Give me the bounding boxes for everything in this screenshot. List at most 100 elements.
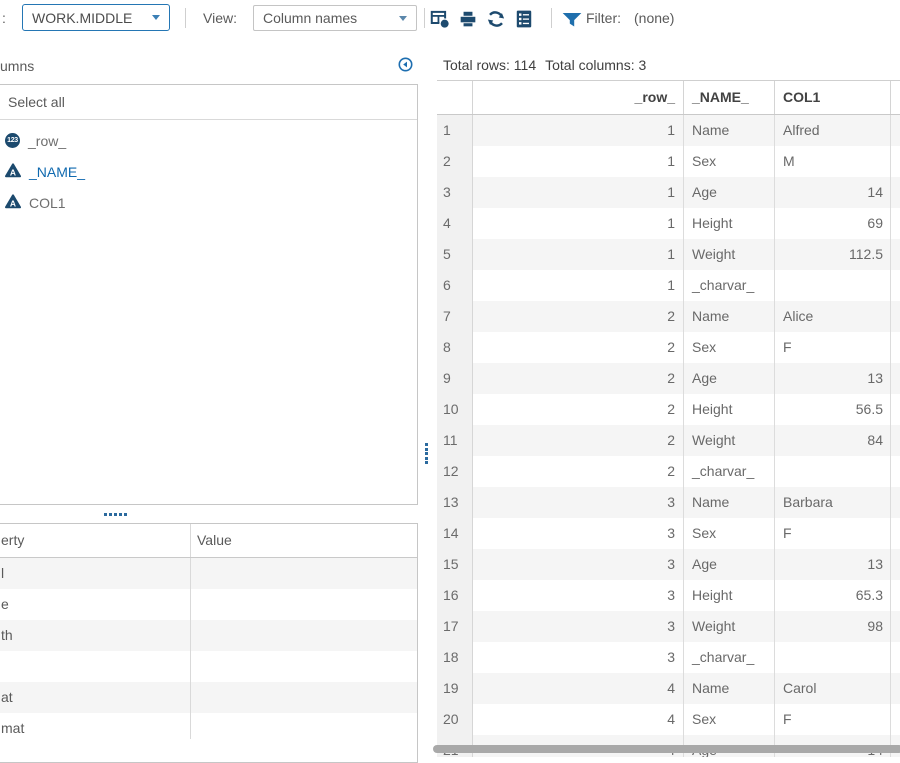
row-filler	[891, 332, 900, 363]
cell-col1[interactable]: 112.5	[775, 239, 891, 270]
column-item-name[interactable]: A_NAME_	[0, 156, 417, 187]
cell-row[interactable]: 2	[473, 425, 684, 456]
cell-col1[interactable]: Alice	[775, 301, 891, 332]
cell-name[interactable]: Age	[684, 549, 775, 580]
row-number-cell: 4	[437, 208, 473, 239]
cell-name[interactable]: Name	[684, 673, 775, 704]
table-row[interactable]: 153Age13	[437, 549, 900, 580]
cell-row[interactable]: 2	[473, 456, 684, 487]
cell-row[interactable]: 1	[473, 115, 684, 146]
cell-row[interactable]: 3	[473, 487, 684, 518]
cell-col1[interactable]: 56.5	[775, 394, 891, 425]
cell-name[interactable]: Name	[684, 487, 775, 518]
cell-name[interactable]: Weight	[684, 425, 775, 456]
table-row[interactable]: 72NameAlice	[437, 301, 900, 332]
cell-row[interactable]: 1	[473, 270, 684, 301]
table-row[interactable]: 163Height65.3	[437, 580, 900, 611]
cell-name[interactable]: Sex	[684, 518, 775, 549]
column-header-row[interactable]: _row_	[473, 81, 684, 114]
horizontal-scrollbar-thumb[interactable]	[433, 745, 900, 753]
cell-name[interactable]: Weight	[684, 239, 775, 270]
column-item-row[interactable]: 123_row_	[0, 125, 417, 156]
refresh-icon[interactable]	[486, 9, 506, 29]
cell-row[interactable]: 3	[473, 580, 684, 611]
cell-col1[interactable]: F	[775, 332, 891, 363]
table-row[interactable]: 51Weight112.5	[437, 239, 900, 270]
table-row[interactable]: 183_charvar_	[437, 642, 900, 673]
cell-row[interactable]: 3	[473, 642, 684, 673]
view-select-dropdown[interactable]: Column names	[253, 5, 417, 31]
cell-row[interactable]: 1	[473, 208, 684, 239]
cell-name[interactable]: Height	[684, 208, 775, 239]
table-row[interactable]: 143SexF	[437, 518, 900, 549]
cell-name[interactable]: Sex	[684, 332, 775, 363]
column-header-name[interactable]: _NAME_	[684, 81, 775, 114]
filter-funnel-icon[interactable]	[561, 9, 583, 29]
cell-col1[interactable]: F	[775, 518, 891, 549]
cell-name[interactable]: Height	[684, 580, 775, 611]
cell-name[interactable]: Weight	[684, 611, 775, 642]
cell-col1[interactable]	[775, 456, 891, 487]
column-header-col1[interactable]: COL1	[775, 81, 891, 114]
cell-col1[interactable]: 13	[775, 549, 891, 580]
cell-row[interactable]: 1	[473, 146, 684, 177]
table-row[interactable]: 31Age14	[437, 177, 900, 208]
cell-row[interactable]: 3	[473, 518, 684, 549]
cell-name[interactable]: _charvar_	[684, 270, 775, 301]
cell-col1[interactable]: Barbara	[775, 487, 891, 518]
table-row[interactable]: 173Weight98	[437, 611, 900, 642]
table-row[interactable]: 92Age13	[437, 363, 900, 394]
cell-col1[interactable]: 14	[775, 177, 891, 208]
cell-row[interactable]: 4	[473, 704, 684, 735]
table-row[interactable]: 133NameBarbara	[437, 487, 900, 518]
cell-col1[interactable]: F	[775, 704, 891, 735]
print-icon[interactable]	[458, 9, 478, 29]
cell-name[interactable]: Name	[684, 115, 775, 146]
cell-col1[interactable]: 13	[775, 363, 891, 394]
table-row[interactable]: 204SexF	[437, 704, 900, 735]
cell-col1[interactable]: 69	[775, 208, 891, 239]
cell-col1[interactable]: Carol	[775, 673, 891, 704]
table-row[interactable]: 82SexF	[437, 332, 900, 363]
cell-row[interactable]: 3	[473, 549, 684, 580]
cell-row[interactable]: 1	[473, 177, 684, 208]
cell-name[interactable]: _charvar_	[684, 456, 775, 487]
table-export-icon[interactable]	[430, 9, 450, 29]
cell-row[interactable]: 2	[473, 363, 684, 394]
cell-name[interactable]: Age	[684, 177, 775, 208]
cell-row[interactable]: 2	[473, 394, 684, 425]
collapse-panel-icon[interactable]	[398, 57, 413, 72]
table-row[interactable]: 21SexM	[437, 146, 900, 177]
cell-name[interactable]: Height	[684, 394, 775, 425]
cell-name[interactable]: _charvar_	[684, 642, 775, 673]
table-row[interactable]: 112Weight84	[437, 425, 900, 456]
cell-row[interactable]: 4	[473, 673, 684, 704]
cell-row[interactable]: 2	[473, 332, 684, 363]
cell-col1[interactable]: Alfred	[775, 115, 891, 146]
column-item-col1[interactable]: ACOL1	[0, 187, 417, 218]
horizontal-splitter-handle[interactable]	[104, 513, 127, 516]
table-row[interactable]: 102Height56.5	[437, 394, 900, 425]
cell-row[interactable]: 1	[473, 239, 684, 270]
cell-row[interactable]: 2	[473, 301, 684, 332]
cell-col1[interactable]	[775, 270, 891, 301]
table-row[interactable]: 41Height69	[437, 208, 900, 239]
cell-name[interactable]: Sex	[684, 704, 775, 735]
table-row[interactable]: 11NameAlfred	[437, 115, 900, 146]
cell-name[interactable]: Age	[684, 363, 775, 394]
vertical-splitter-handle[interactable]	[425, 443, 428, 464]
table-row[interactable]: 194NameCarol	[437, 673, 900, 704]
select-all-row[interactable]: Select all	[0, 85, 417, 120]
cell-col1[interactable]: 84	[775, 425, 891, 456]
details-icon[interactable]	[514, 9, 534, 29]
cell-col1[interactable]: 98	[775, 611, 891, 642]
table-row[interactable]: 61_charvar_	[437, 270, 900, 301]
table-select-dropdown[interactable]: WORK.MIDDLE	[22, 4, 170, 31]
cell-name[interactable]: Sex	[684, 146, 775, 177]
cell-col1[interactable]	[775, 642, 891, 673]
table-row[interactable]: 122_charvar_	[437, 456, 900, 487]
cell-name[interactable]: Name	[684, 301, 775, 332]
cell-col1[interactable]: 65.3	[775, 580, 891, 611]
cell-col1[interactable]: M	[775, 146, 891, 177]
cell-row[interactable]: 3	[473, 611, 684, 642]
